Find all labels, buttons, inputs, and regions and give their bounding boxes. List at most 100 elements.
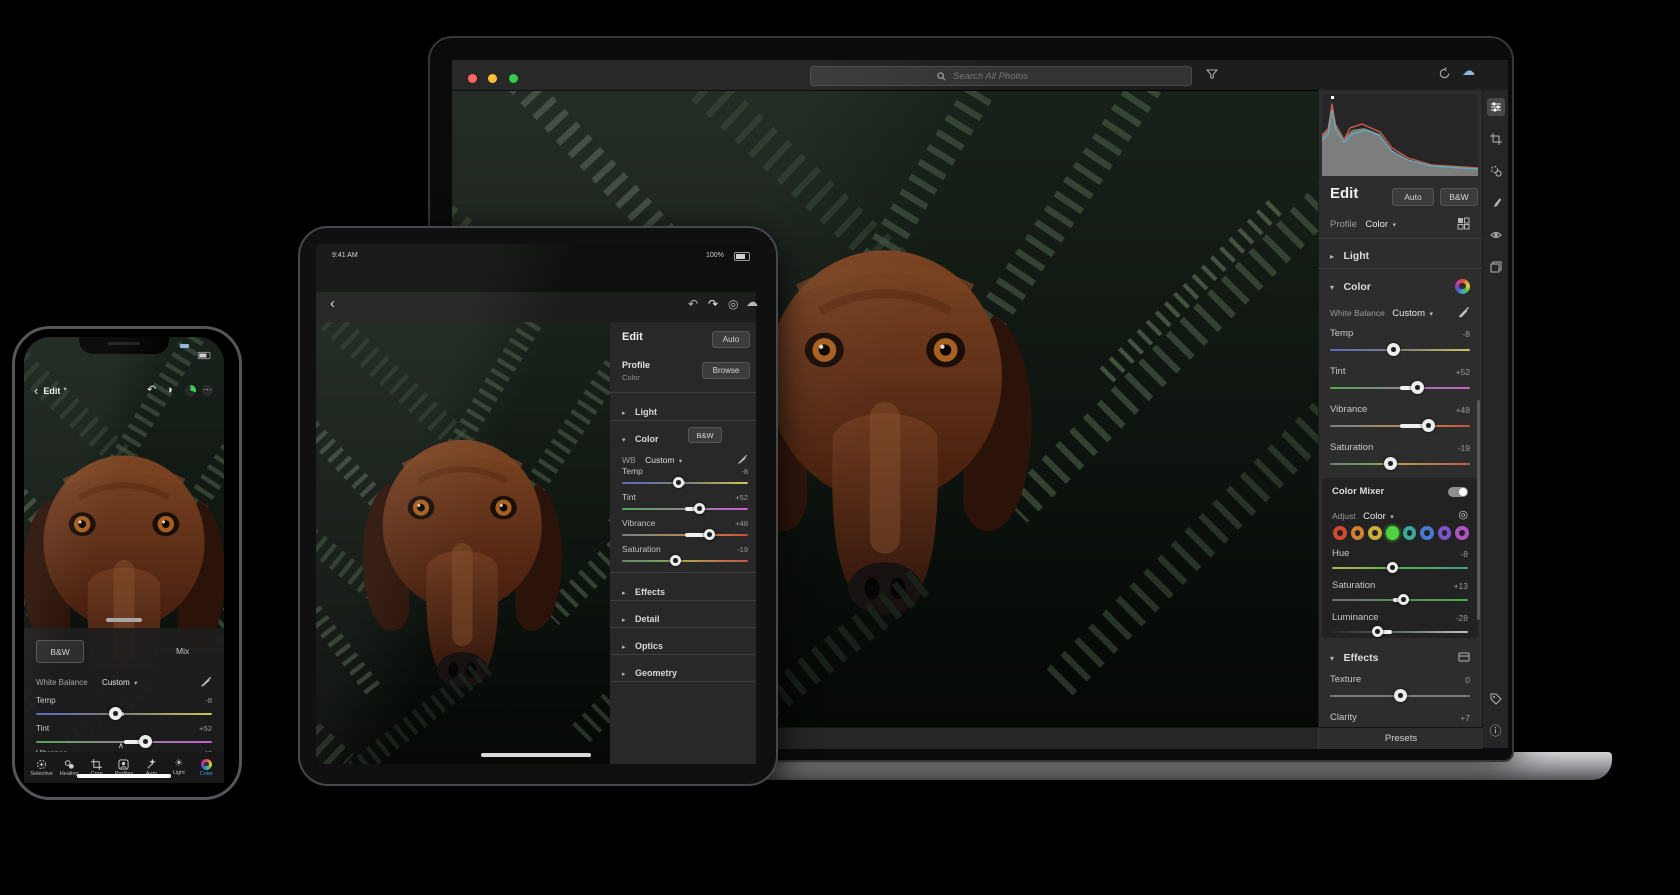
- window-controls[interactable]: [468, 70, 525, 88]
- phone-bw-button[interactable]: B&W: [36, 640, 84, 663]
- histogram[interactable]: [1321, 94, 1479, 176]
- profile-dropdown[interactable]: Color: [1365, 219, 1388, 230]
- sync-status-icon[interactable]: [185, 385, 196, 396]
- auto-button[interactable]: Auto: [1392, 188, 1434, 206]
- search-input[interactable]: [951, 69, 1065, 83]
- before-after-icon[interactable]: ◑: [166, 385, 173, 396]
- slider-knob[interactable]: [670, 555, 682, 566]
- orange-channel-dot[interactable]: [1350, 526, 1365, 540]
- targeted-adjust-icon[interactable]: ◎: [1458, 509, 1468, 521]
- magenta-channel-dot[interactable]: [1455, 526, 1470, 540]
- tablet-effects-section[interactable]: ▸ Effects: [622, 582, 665, 600]
- healing-tool-icon[interactable]: [1487, 162, 1505, 180]
- color-section-header[interactable]: ▾ Color: [1330, 277, 1470, 295]
- close-window-icon[interactable]: [468, 74, 477, 83]
- eyedropper-icon[interactable]: [738, 454, 748, 464]
- effects-section-header[interactable]: ▾ Effects: [1330, 648, 1470, 666]
- teal-channel-dot[interactable]: [1402, 526, 1417, 540]
- purple-channel-dot[interactable]: [1437, 526, 1452, 540]
- blue-channel-dot[interactable]: [1420, 526, 1434, 540]
- sheet-drag-handle[interactable]: [106, 618, 142, 622]
- effects-presets-icon[interactable]: [1458, 651, 1470, 663]
- tablet-color-section[interactable]: ▾ Color: [622, 429, 658, 447]
- tablet-detail-section[interactable]: ▸ Detail: [622, 609, 659, 627]
- slider-knob[interactable]: [704, 529, 716, 540]
- slider-knob[interactable]: [109, 707, 123, 720]
- phone-home-indicator[interactable]: [77, 774, 171, 778]
- tint-slider[interactable]: [1330, 381, 1470, 394]
- phone-tint-slider[interactable]: [36, 735, 212, 748]
- phone-temp-slider[interactable]: [36, 707, 212, 720]
- cloud-sync-icon[interactable]: ☁: [1462, 64, 1475, 77]
- vibrance-slider[interactable]: [1330, 419, 1470, 432]
- phone-back-edit[interactable]: ‹ Edit ▾: [34, 384, 67, 397]
- mixer-toggle[interactable]: [1448, 486, 1468, 497]
- hue-slider[interactable]: [1332, 562, 1468, 574]
- filter-funnel-icon[interactable]: [1206, 68, 1218, 80]
- slider-knob[interactable]: [694, 503, 706, 514]
- tab-selective[interactable]: Selective: [29, 759, 55, 777]
- slider-knob[interactable]: [1422, 419, 1435, 432]
- tablet-geometry-section[interactable]: ▸ Geometry: [622, 663, 677, 681]
- cloud-icon[interactable]: ☁: [746, 296, 758, 308]
- tab-color-selected[interactable]: Color: [193, 758, 219, 777]
- edit-sliders-icon[interactable]: [1486, 98, 1505, 116]
- tablet-light-section[interactable]: ▸ Light: [622, 402, 657, 420]
- red-eye-tool-icon[interactable]: [1487, 226, 1505, 244]
- adjust-dropdown[interactable]: Color: [1363, 511, 1386, 522]
- zoom-window-icon[interactable]: [508, 74, 518, 83]
- bw-button[interactable]: B&W: [1440, 188, 1478, 206]
- slider-knob[interactable]: [1398, 594, 1410, 605]
- texture-slider[interactable]: [1330, 689, 1470, 702]
- crop-tool-icon[interactable]: [1487, 130, 1505, 148]
- slider-knob[interactable]: [1410, 381, 1424, 394]
- sync-icon[interactable]: [1438, 67, 1451, 80]
- eyedropper-icon[interactable]: [201, 676, 212, 687]
- tablet-saturation-slider[interactable]: [622, 555, 748, 567]
- tablet-tint-slider[interactable]: [622, 503, 748, 515]
- slider-knob[interactable]: [672, 477, 684, 488]
- green-channel-dot-selected[interactable]: [1385, 526, 1399, 540]
- share-icon[interactable]: ◎: [728, 298, 738, 310]
- undo-icon[interactable]: ↶: [688, 298, 698, 310]
- luminance-slider[interactable]: [1332, 626, 1468, 638]
- slider-knob[interactable]: [139, 735, 153, 748]
- info-icon[interactable]: ⓘ: [1487, 722, 1505, 740]
- slider-knob[interactable]: [1372, 626, 1384, 637]
- tablet-bw-button[interactable]: B&W: [688, 427, 722, 443]
- tablet-photo-canvas[interactable]: [316, 322, 610, 764]
- tablet-vibrance-slider[interactable]: [622, 529, 748, 541]
- profile-browse-grid-icon[interactable]: [1457, 217, 1470, 230]
- slider-knob[interactable]: [1384, 457, 1398, 470]
- yellow-channel-dot[interactable]: [1368, 526, 1382, 540]
- eyedropper-icon[interactable]: [1458, 306, 1470, 318]
- collapse-sheet-icon[interactable]: ∧: [118, 742, 124, 750]
- white-balance-dropdown[interactable]: Custom: [1392, 308, 1425, 319]
- presets-button[interactable]: Presets: [1318, 727, 1483, 749]
- tablet-temp-slider[interactable]: [622, 477, 748, 489]
- back-icon[interactable]: ‹: [34, 384, 38, 397]
- phone-wb-dropdown[interactable]: Custom: [102, 678, 130, 687]
- minimize-window-icon[interactable]: [488, 74, 498, 83]
- tablet-home-indicator[interactable]: [481, 753, 591, 757]
- phone-mix-label[interactable]: Mix: [176, 646, 189, 656]
- tablet-auto-button[interactable]: Auto: [712, 331, 750, 348]
- redo-icon[interactable]: ↷: [708, 298, 718, 310]
- tablet-wb-dropdown[interactable]: Custom: [645, 455, 674, 465]
- red-channel-dot[interactable]: [1333, 526, 1347, 540]
- tablet-optics-section[interactable]: ▸ Optics: [622, 636, 663, 654]
- masking-brush-icon[interactable]: [1487, 194, 1505, 212]
- mixer-saturation-slider[interactable]: [1332, 594, 1468, 606]
- back-icon[interactable]: ‹: [330, 296, 335, 311]
- versions-icon[interactable]: [1487, 258, 1505, 276]
- temp-slider[interactable]: [1330, 343, 1470, 356]
- undo-icon[interactable]: ↶: [147, 385, 156, 396]
- slider-knob[interactable]: [1394, 689, 1407, 702]
- more-icon[interactable]: ⋯: [202, 385, 213, 396]
- panel-scrollbar[interactable]: [1477, 400, 1480, 620]
- slider-knob[interactable]: [1387, 343, 1400, 356]
- search-field[interactable]: [810, 66, 1192, 86]
- keyword-tag-icon[interactable]: [1487, 690, 1505, 708]
- slider-knob[interactable]: [1387, 562, 1399, 573]
- light-section-header[interactable]: ▸ Light: [1330, 246, 1369, 264]
